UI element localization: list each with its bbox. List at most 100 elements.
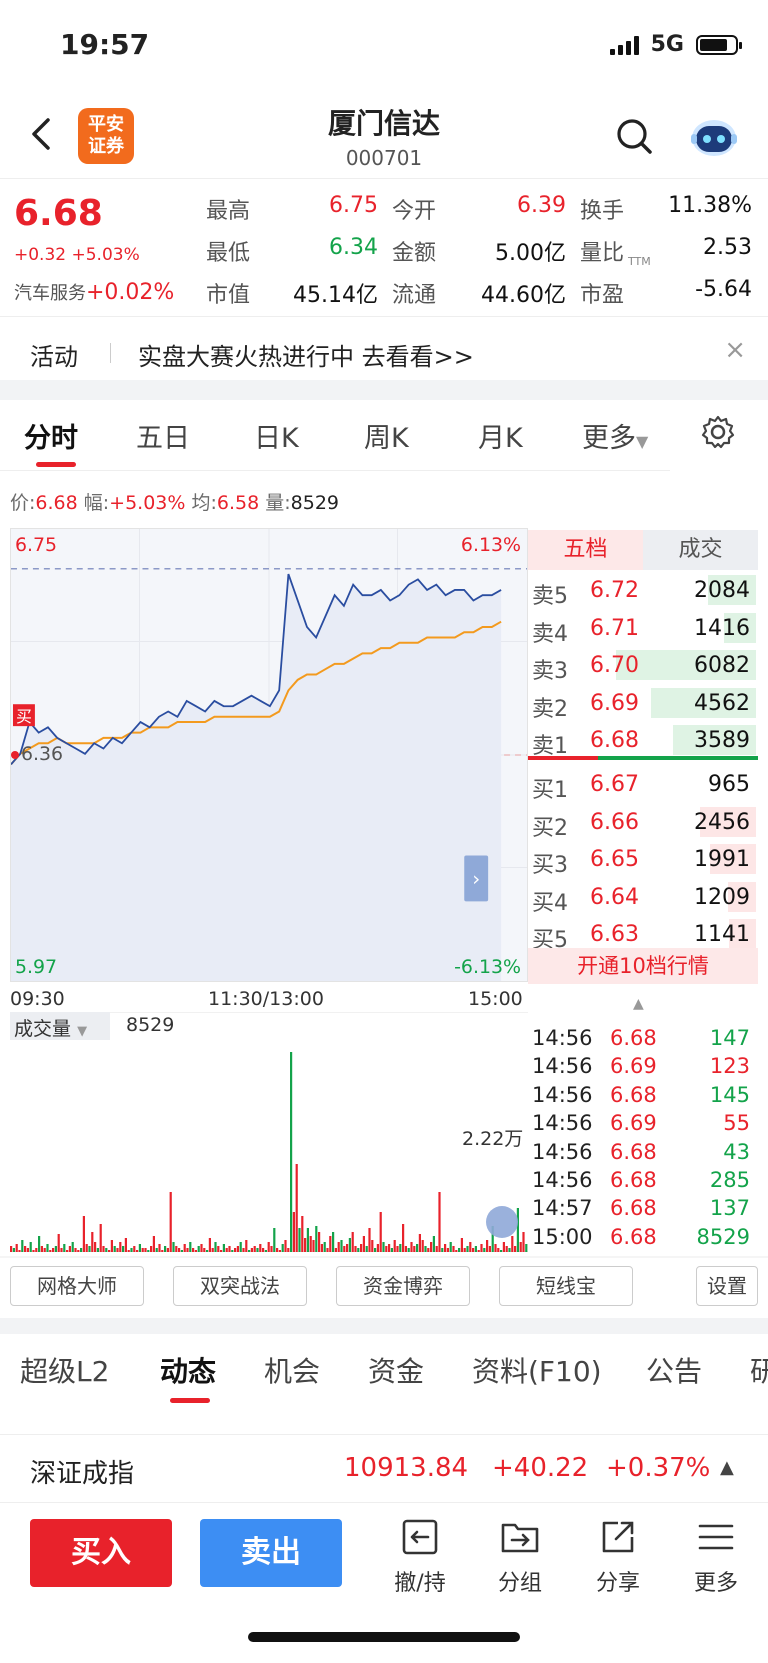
intraday-chart[interactable]: 6.75 6.13% 5.97 -6.13% 6.36 买 › [10,528,528,982]
ask-row[interactable]: 卖1 6.68 3589 [528,722,758,759]
gear-icon[interactable] [700,414,736,450]
grid-master-button[interactable]: 网格大师 [10,1266,144,1306]
ask-row[interactable]: 卖2 6.69 4562 [528,685,758,722]
volume-bar [486,1240,489,1252]
volume-bar [298,1228,301,1252]
ask-row[interactable]: 卖3 6.70 6082 [528,647,758,684]
volume-bar [483,1248,486,1252]
tab-funds[interactable]: 资金 [368,1350,424,1390]
tab-research[interactable]: 研 [750,1350,768,1390]
level-label: 买1 [532,778,568,803]
volume-bar [379,1212,382,1252]
bid-row[interactable]: 买5 6.63 1141 [528,916,758,953]
volume-indicator-select[interactable]: 成交量 ▼ [10,1012,110,1040]
robot-assistant-icon[interactable] [688,110,740,162]
tab-super-l2[interactable]: 超级L2 [20,1350,109,1390]
volume-bar [346,1244,349,1252]
volume-bar [500,1250,503,1252]
level-volume: 3589 [694,728,750,754]
tick-price: 6.68 [610,1139,657,1164]
more-button[interactable]: 更多 [676,1515,756,1597]
group-button[interactable]: 分组 [480,1515,560,1597]
chevron-up-icon[interactable]: ▲ [633,996,644,1012]
tab-f10[interactable]: 资料(F10) [472,1350,602,1390]
level-price: 6.70 [590,653,639,679]
tab-opportunity[interactable]: 机会 [264,1350,320,1390]
volume-bar [12,1248,15,1252]
home-indicator [248,1632,520,1642]
volume-bar [295,1164,298,1252]
double-breakout-button[interactable]: 双突战法 [173,1266,307,1306]
open-10-level-button[interactable]: 开通10档行情 [528,948,758,984]
tab-trades[interactable]: 成交 [643,530,758,570]
volume-bar [231,1250,234,1252]
search-icon[interactable] [614,116,654,156]
volume-bar [80,1248,83,1252]
volume-bar [399,1244,402,1252]
bid-row[interactable]: 买2 6.66 2456 [528,804,758,841]
tab-more-label: 更多 [582,423,636,454]
tab-intraday[interactable]: 分时 [24,416,78,455]
tab-monthly-k[interactable]: 月K [478,416,523,455]
tick-price: 6.68 [610,1082,657,1107]
ask-row[interactable]: 卖4 6.71 1416 [528,610,758,647]
volume-bar [60,1248,63,1252]
volume-bar [494,1244,497,1252]
stat-label: 市值 [206,283,251,308]
share-button[interactable]: 分享 [578,1515,658,1597]
index-ticker[interactable]: 深证成指 10913.84 +40.22 +0.37% ▲ [0,1434,768,1502]
close-icon[interactable]: × [724,335,746,365]
status-icons: 5G [609,32,742,57]
x-label-open: 09:30 [10,988,65,1010]
stat-value: 11.38% [668,193,752,218]
volume-bar [267,1242,270,1252]
fullscreen-icon[interactable] [486,1206,518,1238]
volume-bar [385,1246,388,1252]
level-label: 卖2 [532,696,568,722]
cancel-hold-button[interactable]: 撤/持 [380,1515,460,1597]
volume-bar [186,1248,189,1252]
volume-bar [466,1246,469,1252]
status-time: 19:57 [60,28,150,61]
tab-more[interactable]: 更多▼ [582,416,648,455]
volume-bar [10,1246,13,1252]
volume-bar [309,1236,312,1252]
tick-volume: 285 [709,1168,750,1192]
stat-value: 2.53 [703,235,752,260]
tab-weekly-k[interactable]: 周K [364,416,409,455]
sector-info[interactable]: 汽车服务+0.02% [14,279,174,305]
tab-announcements[interactable]: 公告 [646,1350,702,1390]
volume-bar [57,1234,60,1252]
volume-bar [161,1250,164,1252]
bid-row[interactable]: 买1 6.67 965 [528,766,758,803]
tab-daily-k[interactable]: 日K [254,416,299,455]
volume-bar [460,1238,463,1252]
short-line-button[interactable]: 短线宝 [499,1266,633,1306]
x-label-close: 15:00 [468,988,523,1010]
volume-bar [393,1240,396,1252]
chevron-right-icon[interactable]: › [472,867,480,890]
tab-five-level[interactable]: 五档 [528,530,643,570]
volume-bar [74,1248,77,1252]
bid-row[interactable]: 买4 6.64 1209 [528,879,758,916]
level-volume: 2084 [694,578,750,603]
activity-banner[interactable]: 活动 实盘大赛火热进行中 去看看>> × [0,316,768,388]
sell-button[interactable]: 卖出 [200,1519,342,1587]
ask-row[interactable]: 卖5 6.72 2084 [528,572,758,609]
tab-dynamics[interactable]: 动态 [160,1350,216,1390]
volume-chart[interactable] [10,1012,528,1252]
volume-bar [253,1246,256,1252]
fund-game-button[interactable]: 资金博弈 [336,1266,470,1306]
chevron-down-icon: ▼ [77,1024,88,1039]
chevron-up-icon[interactable]: ▲ [720,1457,734,1478]
bid-row[interactable]: 买3 6.65 1991 [528,841,758,878]
buy-button[interactable]: 买入 [30,1519,172,1587]
y-max-label: 6.75 [15,534,57,556]
level-volume: 1141 [694,922,750,948]
share-icon [602,1521,634,1553]
tab-five-day[interactable]: 五日 [136,416,190,455]
tools-settings-button[interactable]: 设置 [696,1266,758,1306]
activity-text[interactable]: 实盘大赛火热进行中 去看看>> [138,337,474,372]
volume-bar [236,1246,239,1252]
volume-bar [508,1248,511,1252]
